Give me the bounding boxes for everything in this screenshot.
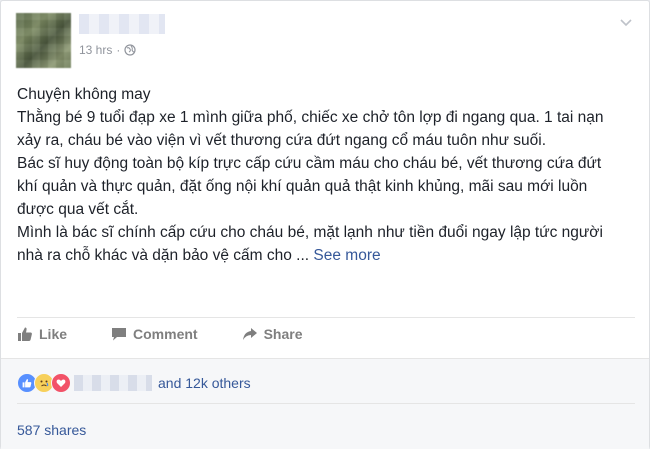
shares-count-link[interactable]: 587 shares (17, 422, 86, 438)
author-avatar[interactable] (16, 13, 71, 68)
globe-icon[interactable] (124, 44, 136, 56)
reactor-name-redacted[interactable] (74, 375, 152, 391)
comment-label: Comment (133, 326, 198, 342)
chevron-down-icon[interactable] (619, 15, 633, 29)
footer-divider (17, 403, 635, 404)
post-meta: 13 hrs · (79, 43, 136, 57)
post-body: Chuyện không may Thằng bé 9 tuổi đạp xe … (17, 83, 617, 267)
reactions-others-link[interactable]: and 12k others (158, 375, 251, 391)
post-footer: and 12k others 587 shares (1, 358, 649, 449)
post-paragraph-text: Mình là bác sĩ chính cấp cứu cho cháu bé… (17, 224, 603, 264)
love-reaction-icon (51, 373, 71, 393)
share-arrow-icon (242, 328, 257, 340)
actions-divider (17, 317, 635, 318)
post-paragraph: Bác sĩ huy động toàn bộ kíp trực cấp cứu… (17, 155, 602, 218)
thumbs-up-icon (18, 327, 32, 341)
post-paragraph: Thằng bé 9 tuổi đạp xe 1 mình giữa phố, … (17, 109, 604, 149)
share-button[interactable]: Share (242, 326, 303, 342)
reactions-summary[interactable]: and 12k others (17, 373, 251, 393)
post-card: 13 hrs · Chuyện không may Thằng bé 9 tuổ… (0, 0, 650, 449)
meta-separator: · (116, 43, 121, 57)
post-timestamp[interactable]: 13 hrs (79, 43, 112, 57)
like-label: Like (39, 326, 68, 342)
like-button[interactable]: Like (17, 326, 67, 342)
share-label: Share (263, 326, 303, 342)
see-more-link[interactable]: See more (313, 247, 380, 264)
post-paragraph: Mình là bác sĩ chính cấp cứu cho cháu bé… (17, 221, 617, 267)
comment-button[interactable]: Comment (111, 326, 198, 342)
comment-icon (112, 328, 127, 341)
author-name-redacted[interactable] (79, 14, 165, 34)
post-paragraph: Chuyện không may (17, 86, 151, 103)
reaction-icons[interactable] (17, 373, 71, 393)
post-actions: Like Comment Share (17, 326, 347, 342)
